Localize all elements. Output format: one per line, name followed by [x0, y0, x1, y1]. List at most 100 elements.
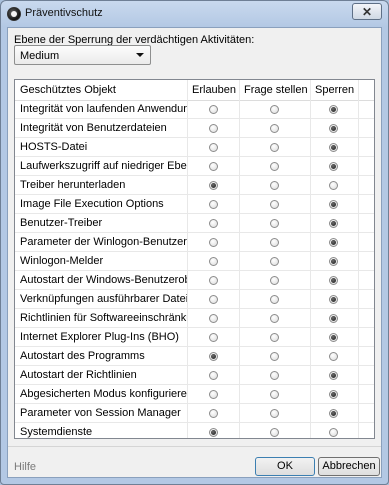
cancel-button[interactable]: Abbrechen: [318, 457, 380, 476]
radio-block[interactable]: [329, 105, 338, 114]
dialog-content: Ebene der Sperrung der verdächtigen Akti…: [7, 27, 382, 478]
radio-block[interactable]: [329, 428, 338, 437]
radio-ask[interactable]: [270, 124, 279, 133]
radio-block[interactable]: [329, 390, 338, 399]
column-header-ask[interactable]: Frage stellen: [240, 80, 311, 100]
radio-block[interactable]: [329, 333, 338, 342]
protected-object-label: Abgesicherten Modus konfigurieren: [15, 385, 188, 404]
radio-block[interactable]: [329, 295, 338, 304]
table-row: Laufwerkszugriff auf niedriger Ebene: [15, 157, 374, 176]
row-filler: [359, 138, 374, 157]
cell-allow: [188, 157, 240, 176]
cell-allow: [188, 119, 240, 138]
radio-allow[interactable]: [209, 409, 218, 418]
table-row: Parameter der Winlogon-Benutzerob...: [15, 233, 374, 252]
radio-ask[interactable]: [270, 428, 279, 437]
radio-ask[interactable]: [270, 276, 279, 285]
radio-block[interactable]: [329, 200, 338, 209]
help-link[interactable]: Hilfe: [14, 461, 36, 473]
close-button[interactable]: ✕: [352, 3, 382, 20]
cell-allow: [188, 271, 240, 290]
cell-ask: [240, 366, 311, 385]
radio-allow[interactable]: [209, 333, 218, 342]
radio-ask[interactable]: [270, 238, 279, 247]
radio-block[interactable]: [329, 314, 338, 323]
radio-allow[interactable]: [209, 428, 218, 437]
cell-allow: [188, 347, 240, 366]
radio-block[interactable]: [329, 409, 338, 418]
radio-allow[interactable]: [209, 162, 218, 171]
radio-block[interactable]: [329, 143, 338, 152]
cell-allow: [188, 309, 240, 328]
radio-ask[interactable]: [270, 105, 279, 114]
radio-allow[interactable]: [209, 181, 218, 190]
cell-ask: [240, 290, 311, 309]
cell-block: [311, 309, 359, 328]
radio-block[interactable]: [329, 352, 338, 361]
radio-allow[interactable]: [209, 105, 218, 114]
protected-object-label: Internet Explorer Plug-Ins (BHO): [15, 328, 188, 347]
cell-allow: [188, 290, 240, 309]
cell-block: [311, 214, 359, 233]
radio-block[interactable]: [329, 219, 338, 228]
radio-ask[interactable]: [270, 181, 279, 190]
radio-block[interactable]: [329, 276, 338, 285]
protected-object-label: Integrität von Benutzerdateien: [15, 119, 188, 138]
radio-allow[interactable]: [209, 276, 218, 285]
cell-ask: [240, 252, 311, 271]
radio-ask[interactable]: [270, 295, 279, 304]
protected-object-label: Winlogon-Melder: [15, 252, 188, 271]
radio-ask[interactable]: [270, 257, 279, 266]
radio-allow[interactable]: [209, 124, 218, 133]
radio-block[interactable]: [329, 162, 338, 171]
protected-object-label: Autostart des Programms: [15, 347, 188, 366]
radio-ask[interactable]: [270, 143, 279, 152]
cell-block: [311, 328, 359, 347]
row-filler: [359, 423, 374, 438]
radio-block[interactable]: [329, 181, 338, 190]
radio-ask[interactable]: [270, 314, 279, 323]
radio-allow[interactable]: [209, 371, 218, 380]
radio-allow[interactable]: [209, 143, 218, 152]
radio-allow[interactable]: [209, 238, 218, 247]
radio-ask[interactable]: [270, 162, 279, 171]
protected-object-label: Parameter von Session Manager: [15, 404, 188, 423]
cell-block: [311, 271, 359, 290]
radio-block[interactable]: [329, 257, 338, 266]
radio-allow[interactable]: [209, 295, 218, 304]
cell-block: [311, 290, 359, 309]
radio-ask[interactable]: [270, 371, 279, 380]
blocking-level-dropdown[interactable]: Medium: [14, 45, 151, 65]
radio-ask[interactable]: [270, 352, 279, 361]
cell-allow: [188, 214, 240, 233]
radio-ask[interactable]: [270, 219, 279, 228]
radio-block[interactable]: [329, 124, 338, 133]
radio-allow[interactable]: [209, 200, 218, 209]
table-row: Image File Execution Options: [15, 195, 374, 214]
table-row: Benutzer-Treiber: [15, 214, 374, 233]
protected-object-label: Benutzer-Treiber: [15, 214, 188, 233]
ok-button[interactable]: OK: [255, 457, 315, 476]
radio-allow[interactable]: [209, 390, 218, 399]
radio-allow[interactable]: [209, 352, 218, 361]
protected-object-label: Autostart der Richtlinien: [15, 366, 188, 385]
column-header-block[interactable]: Sperren: [311, 80, 359, 100]
table-row: Autostart des Programms: [15, 347, 374, 366]
table-row: Winlogon-Melder: [15, 252, 374, 271]
radio-ask[interactable]: [270, 200, 279, 209]
column-header-allow[interactable]: Erlauben: [188, 80, 240, 100]
radio-block[interactable]: [329, 238, 338, 247]
radio-block[interactable]: [329, 371, 338, 380]
radio-ask[interactable]: [270, 390, 279, 399]
radio-allow[interactable]: [209, 257, 218, 266]
radio-allow[interactable]: [209, 219, 218, 228]
radio-allow[interactable]: [209, 314, 218, 323]
radio-ask[interactable]: [270, 333, 279, 342]
radio-ask[interactable]: [270, 409, 279, 418]
cell-ask: [240, 385, 311, 404]
cell-ask: [240, 195, 311, 214]
column-header-object[interactable]: Geschütztes Objekt: [15, 80, 188, 100]
window-title: Präventivschutz: [25, 7, 103, 19]
cell-allow: [188, 195, 240, 214]
cell-block: [311, 404, 359, 423]
